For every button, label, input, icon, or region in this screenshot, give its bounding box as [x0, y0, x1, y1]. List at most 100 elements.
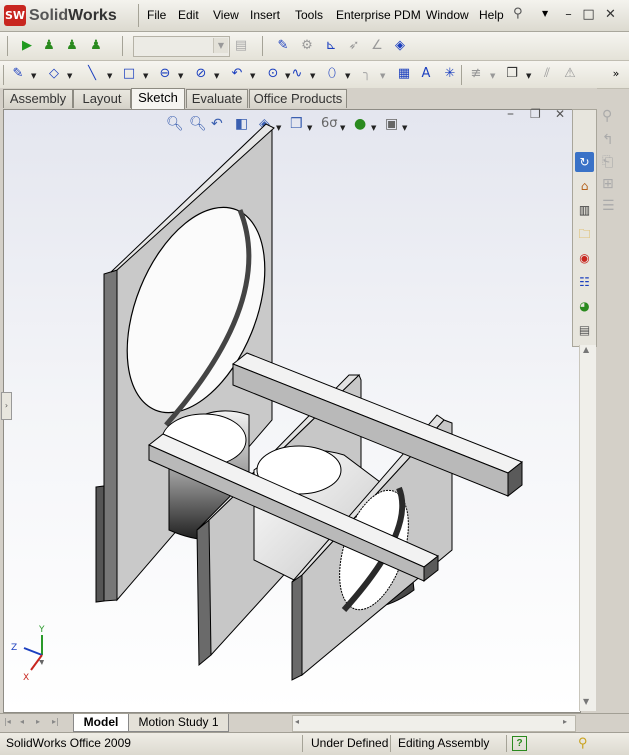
- rebuild-icon[interactable]: ⚲: [578, 735, 588, 751]
- page-icon[interactable]: ⎗: [602, 154, 613, 170]
- tab-motion-study-1[interactable]: Motion Study 1: [128, 714, 229, 732]
- tag-icon[interactable]: ◈: [390, 36, 410, 56]
- pin-icon[interactable]: ⚲: [602, 108, 612, 124]
- toolbar-overflow-icon[interactable]: »: [606, 64, 626, 84]
- tab-layout[interactable]: Layout: [73, 89, 131, 108]
- help-button[interactable]: ?: [512, 736, 527, 751]
- solidworks-logo[interactable]: SW SolidWorks: [4, 4, 128, 27]
- tab-evaluate[interactable]: Evaluate: [186, 89, 248, 108]
- smart-dimension-icon[interactable]: ⚙: [297, 36, 317, 56]
- ellipse-icon[interactable]: ⬯: [322, 64, 342, 84]
- configuration-combo[interactable]: ▼: [133, 36, 230, 57]
- appearances-icon[interactable]: ◕: [575, 296, 594, 316]
- logo-text: SolidWorks: [29, 7, 117, 24]
- circle-icon[interactable]: ⊘: [191, 64, 211, 84]
- chevron-down-icon[interactable]: ▼: [31, 72, 36, 80]
- status-mode: Editing Assembly: [398, 736, 490, 750]
- user-check-icon[interactable]: ♟: [62, 36, 82, 56]
- scroll-left-icon[interactable]: ◂: [295, 717, 299, 726]
- tab-last-icon[interactable]: ▸|: [52, 717, 59, 726]
- pin-icon[interactable]: ⚲: [513, 6, 523, 21]
- menu-help[interactable]: Help: [479, 8, 504, 22]
- view-palette-icon[interactable]: ☷: [575, 272, 594, 292]
- coordinate-triad: Y Z X: [11, 625, 45, 683]
- tab-first-icon[interactable]: |◂: [4, 717, 11, 726]
- warning-icon[interactable]: ⚠: [560, 64, 580, 84]
- toolbar-separator: [461, 65, 462, 85]
- chevron-down-icon[interactable]: ▼: [67, 72, 72, 80]
- menu-view[interactable]: View: [213, 8, 239, 22]
- tab-assembly[interactable]: Assembly: [3, 89, 73, 108]
- tab-office-products[interactable]: Office Products: [249, 89, 347, 108]
- spline-icon[interactable]: ∿: [287, 64, 307, 84]
- menu-file[interactable]: File: [147, 8, 166, 22]
- tab-next-icon[interactable]: ▸: [36, 717, 40, 726]
- select-icon[interactable]: ➶: [344, 36, 364, 56]
- design-library-icon[interactable]: ▥: [575, 200, 594, 220]
- tab-prev-icon[interactable]: ◂: [20, 717, 24, 726]
- custom-properties-icon[interactable]: ▤: [575, 320, 594, 340]
- run-icon[interactable]: ▶: [17, 36, 37, 56]
- fillet-icon[interactable]: ╮: [357, 64, 377, 84]
- scroll-right-icon[interactable]: ▸: [563, 717, 567, 726]
- slot-icon[interactable]: ⊖: [155, 64, 175, 84]
- stack-icon[interactable]: ☰: [602, 198, 615, 214]
- plane-icon[interactable]: ▦: [394, 64, 414, 84]
- menu-insert[interactable]: Insert: [250, 8, 280, 22]
- grid-icon[interactable]: ⊞: [602, 176, 614, 192]
- triad-y-label: Y: [38, 625, 45, 635]
- chevron-down-icon[interactable]: ▼: [143, 72, 148, 80]
- rectangle-icon[interactable]: □: [119, 64, 139, 84]
- graphics-area[interactable]: 🔍︎ 🔍︎ ↶ ◧ ◈ ▼ ❒ ▼ 6σ ▼ ● ▼ ▣ ▼ – ❐ ✕ Y Z…: [1, 106, 581, 713]
- tab-sketch[interactable]: Sketch: [131, 88, 185, 109]
- menu-tools[interactable]: Tools: [295, 8, 323, 22]
- copy-icon[interactable]: ▤: [231, 36, 251, 56]
- chevron-down-icon[interactable]: ▼: [345, 72, 350, 80]
- feature-manager-toggle[interactable]: ›: [1, 392, 12, 420]
- solidworks-resources-icon[interactable]: ↻: [575, 152, 594, 172]
- chevron-down-icon[interactable]: ▼: [250, 72, 255, 80]
- chevron-down-icon[interactable]: ▼: [380, 72, 385, 80]
- sketch-edit-icon[interactable]: ✎: [273, 36, 293, 56]
- file-explorer-icon[interactable]: 🗀: [575, 224, 594, 244]
- scroll-up-icon[interactable]: ▲: [583, 345, 589, 354]
- trim-icon[interactable]: ≢: [466, 64, 486, 84]
- angle-icon[interactable]: ∠: [367, 36, 387, 56]
- menu-window[interactable]: Window: [426, 8, 469, 22]
- scroll-down-icon[interactable]: ▼: [583, 697, 589, 706]
- user-add-icon[interactable]: ♟: [39, 36, 59, 56]
- menu-enterprise-pdm[interactable]: Enterprise PDM: [336, 8, 421, 22]
- sketch-icon[interactable]: ✎: [8, 64, 28, 84]
- line-icon[interactable]: ╲: [82, 64, 102, 84]
- menu-edit[interactable]: Edit: [178, 8, 199, 22]
- arc-icon[interactable]: ↶: [227, 64, 247, 84]
- offset-icon[interactable]: ⫽: [537, 64, 557, 84]
- point-icon[interactable]: ✳: [440, 64, 460, 84]
- toolbar-separator: [262, 36, 263, 56]
- menu-overflow-icon[interactable]: ▼: [542, 9, 548, 18]
- convert-entities-icon[interactable]: ❐: [502, 64, 522, 84]
- chevron-down-icon[interactable]: ▼: [310, 72, 315, 80]
- task-pane-tabs: ↻ ⌂ ▥ 🗀 ◉ ☷ ◕ ▤: [572, 109, 597, 347]
- smart-dimension-icon[interactable]: ◇: [44, 64, 64, 84]
- tab-model[interactable]: Model: [73, 714, 129, 732]
- minimize-button[interactable]: –: [560, 6, 577, 23]
- chevron-down-icon[interactable]: ▼: [526, 72, 531, 80]
- assembly-model[interactable]: Y Z X: [4, 110, 580, 712]
- chevron-down-icon[interactable]: ▼: [213, 38, 228, 53]
- home-icon[interactable]: ⌂: [575, 176, 594, 196]
- vertical-scrollbar[interactable]: ▲ ▼: [579, 345, 596, 711]
- relations-icon[interactable]: ⊾: [321, 36, 341, 56]
- chevron-down-icon[interactable]: ▼: [490, 72, 495, 80]
- maximize-button[interactable]: □: [580, 6, 597, 23]
- horizontal-scrollbar[interactable]: ◂ ▸: [292, 715, 576, 732]
- chevron-down-icon[interactable]: ▼: [107, 72, 112, 80]
- chevron-down-icon[interactable]: ▼: [178, 72, 183, 80]
- search-icon[interactable]: ◉: [575, 248, 594, 268]
- chevron-down-icon[interactable]: ▼: [214, 72, 219, 80]
- back-icon[interactable]: ↰: [602, 132, 614, 148]
- close-button[interactable]: ✕: [602, 6, 619, 23]
- user-run-icon[interactable]: ♟: [86, 36, 106, 56]
- text-icon[interactable]: A: [416, 64, 436, 84]
- polygon-icon[interactable]: ⊙: [263, 64, 283, 84]
